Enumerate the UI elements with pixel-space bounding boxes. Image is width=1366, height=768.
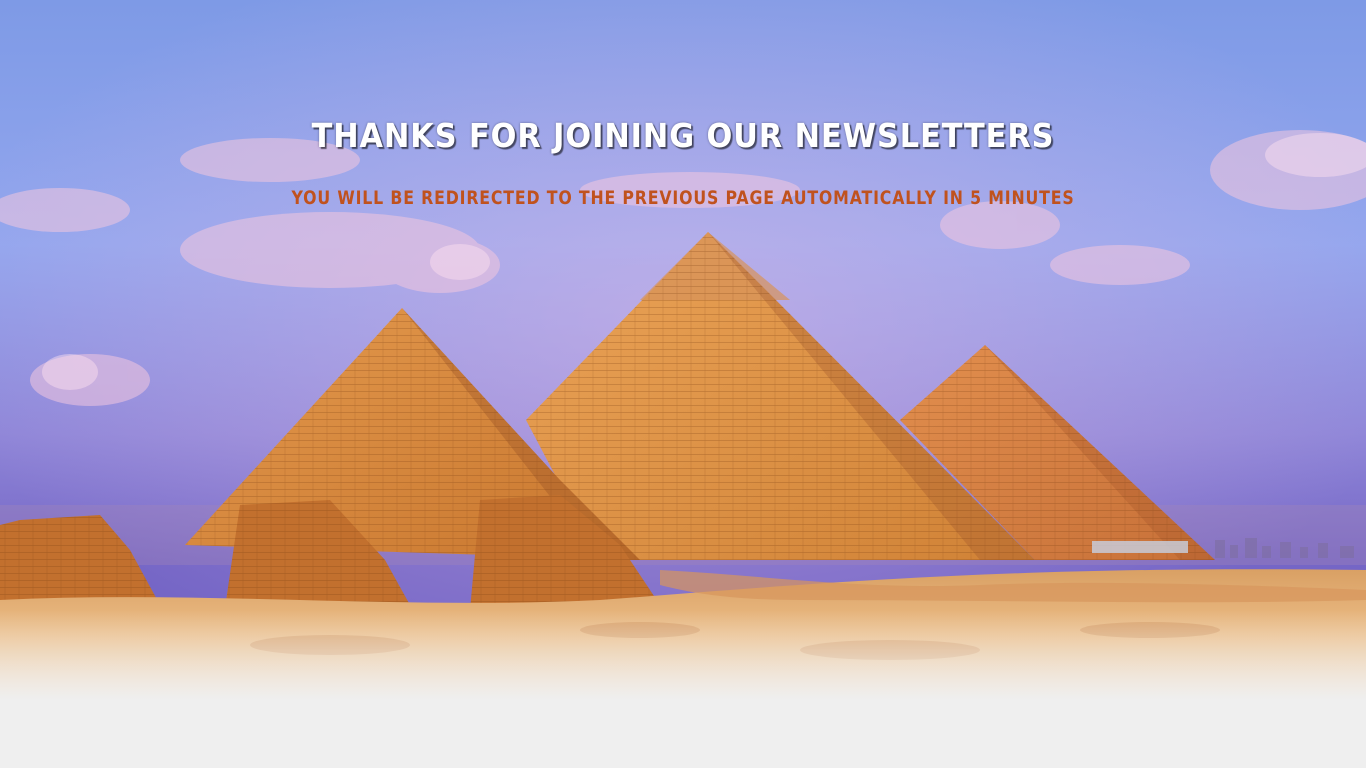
confirmation-headline: THANKS FOR JOINING OUR NEWSLETTERS (311, 116, 1055, 155)
redirect-notice: YOU WILL BE REDIRECTED TO THE PREVIOUS P… (291, 187, 1075, 209)
hero-image-pyramids (0, 0, 1366, 700)
redirect-page: THANKS FOR JOINING OUR NEWSLETTERS YOU W… (0, 0, 1366, 768)
